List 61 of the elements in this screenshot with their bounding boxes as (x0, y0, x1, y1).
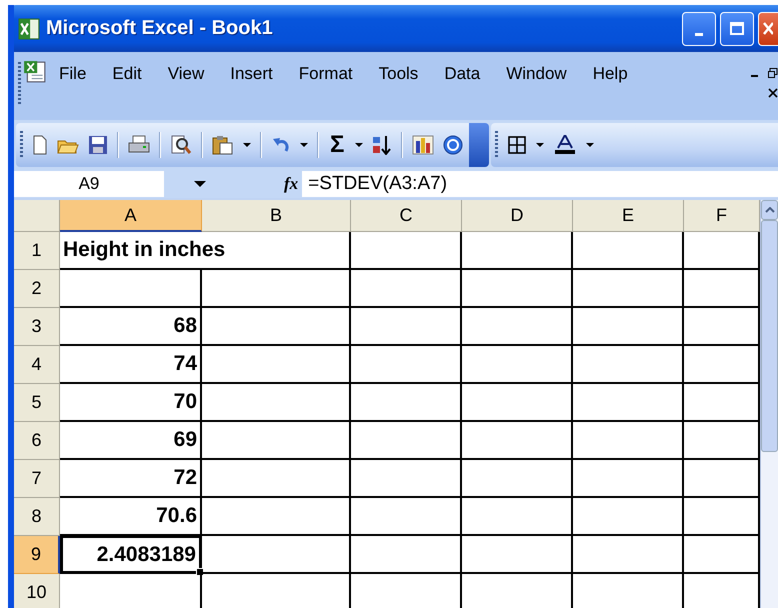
bar-chart-icon[interactable] (412, 135, 434, 155)
workbook-icon (23, 60, 47, 84)
cell-text: 70.6 (156, 504, 197, 528)
row-header[interactable]: 4 (14, 346, 60, 384)
close-button[interactable] (758, 12, 778, 46)
insert-function-button[interactable]: fx (280, 174, 302, 194)
name-box[interactable]: A9 (14, 171, 164, 197)
column-header[interactable]: E (573, 200, 684, 232)
restore-icon[interactable] (768, 68, 778, 78)
menu-item[interactable]: View (160, 62, 212, 86)
row-header[interactable]: 9 (14, 536, 60, 574)
menu-item[interactable]: Window (498, 62, 575, 86)
help-icon[interactable] (443, 135, 464, 155)
autosum-button[interactable]: Σ (328, 133, 346, 157)
scroll-up-button[interactable] (761, 200, 778, 220)
minimize-icon (695, 33, 703, 36)
cell-text: 2.4083189 (96, 542, 196, 566)
maximize-button[interactable] (720, 12, 754, 46)
clipboard-icon[interactable] (212, 135, 234, 155)
new-document-icon[interactable] (32, 135, 48, 155)
column-header[interactable]: D (462, 200, 573, 232)
column-header[interactable]: B (202, 200, 351, 232)
row-header[interactable]: 8 (14, 498, 60, 536)
row-header[interactable]: 10 (14, 574, 60, 608)
row-header[interactable]: 1 (14, 232, 60, 270)
spreadsheet-icon (18, 18, 40, 40)
cell-text: 74 (174, 352, 197, 376)
menu-item[interactable]: File (51, 62, 94, 86)
menu-item[interactable]: Insert (222, 62, 281, 86)
font-color-icon[interactable] (553, 135, 578, 155)
vertical-scrollbar[interactable] (760, 200, 778, 608)
menu-item[interactable]: Format (290, 62, 361, 86)
cell-text: 72 (174, 466, 197, 490)
row-header[interactable]: 5 (14, 384, 60, 422)
cell-text: 69 (174, 428, 197, 452)
menu-item[interactable]: Data (436, 62, 488, 86)
column-header[interactable]: F (684, 200, 760, 232)
print-preview-icon[interactable] (170, 135, 192, 155)
window-title: Microsoft Excel - Book1 (46, 17, 273, 40)
row-header[interactable]: 2 (14, 270, 60, 308)
printer-icon[interactable] (128, 135, 150, 155)
borders-icon[interactable] (507, 135, 528, 155)
menu-item[interactable]: Edit (104, 62, 150, 86)
menu-item[interactable]: Tools (370, 62, 426, 86)
caret-icon[interactable] (194, 181, 206, 187)
cell-text: Height in inches (63, 238, 226, 262)
cell-text: 68 (174, 314, 197, 338)
sort-ascending-icon[interactable] (372, 135, 392, 155)
menu-item[interactable]: Help (584, 62, 636, 86)
column-header[interactable]: A (60, 200, 202, 232)
row-header[interactable]: 3 (14, 308, 60, 346)
column-header[interactable]: C (351, 200, 462, 232)
row-header[interactable]: 7 (14, 460, 60, 498)
chevron-up-icon (764, 207, 774, 213)
toolbar-options-button[interactable] (469, 123, 490, 167)
scrollbar-thumb[interactable] (761, 220, 778, 452)
minimize-button[interactable] (682, 12, 716, 46)
row-header[interactable]: 6 (14, 422, 60, 460)
close-icon[interactable] (768, 88, 778, 98)
cell-text: 70 (174, 390, 197, 414)
formula-field[interactable]: =STDEV(A3:A7) (302, 171, 778, 197)
